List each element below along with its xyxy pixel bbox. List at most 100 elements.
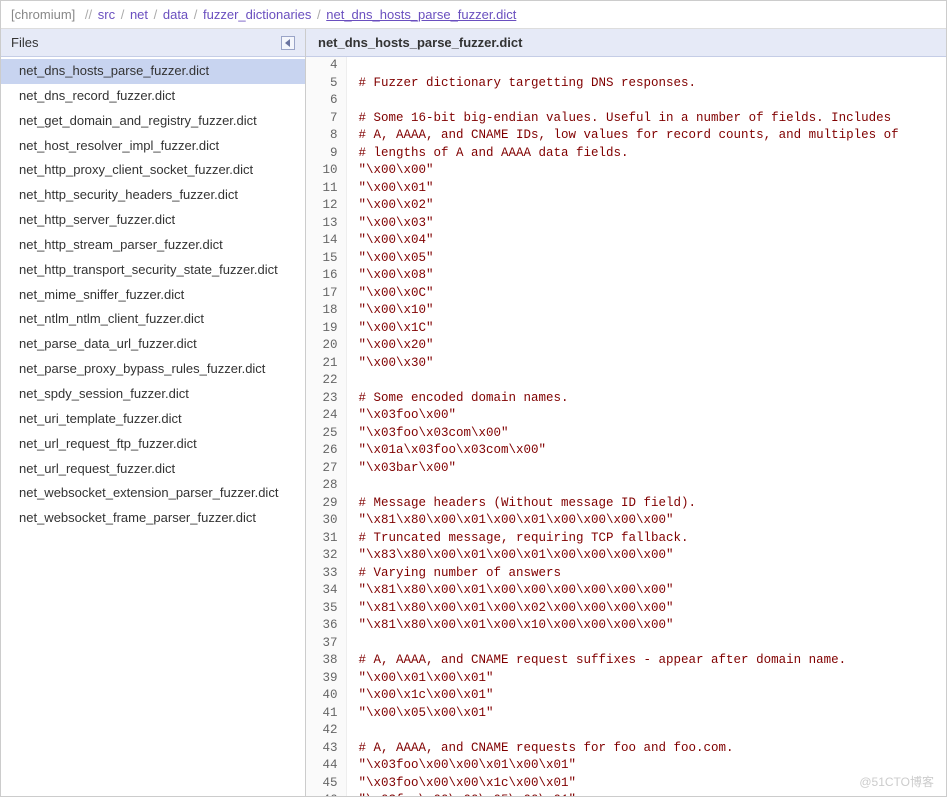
file-list-item[interactable]: net_url_request_fuzzer.dict: [1, 457, 305, 482]
line-number[interactable]: 35: [306, 600, 346, 618]
line-number[interactable]: 22: [306, 372, 346, 390]
line-number[interactable]: 16: [306, 267, 346, 285]
line-content[interactable]: # A, AAAA, and CNAME IDs, low values for…: [346, 127, 946, 145]
line-content[interactable]: "\x03foo\x00": [346, 407, 946, 425]
line-content[interactable]: "\x01a\x03foo\x03com\x00": [346, 442, 946, 460]
file-list-item[interactable]: net_get_domain_and_registry_fuzzer.dict: [1, 109, 305, 134]
line-number[interactable]: 11: [306, 180, 346, 198]
line-content[interactable]: # lengths of A and AAAA data fields.: [346, 145, 946, 163]
breadcrumb-link[interactable]: net: [130, 7, 148, 22]
file-list-item[interactable]: net_http_proxy_client_socket_fuzzer.dict: [1, 158, 305, 183]
line-content[interactable]: "\x00\x05": [346, 250, 946, 268]
line-number[interactable]: 10: [306, 162, 346, 180]
line-content[interactable]: "\x00\x08": [346, 267, 946, 285]
line-number[interactable]: 43: [306, 740, 346, 758]
file-list-item[interactable]: net_http_security_headers_fuzzer.dict: [1, 183, 305, 208]
line-content[interactable]: "\x00\x20": [346, 337, 946, 355]
file-list-item[interactable]: net_ntlm_ntlm_client_fuzzer.dict: [1, 307, 305, 332]
line-number[interactable]: 40: [306, 687, 346, 705]
line-content[interactable]: "\x00\x05\x00\x01": [346, 705, 946, 723]
line-content[interactable]: # Varying number of answers: [346, 565, 946, 583]
line-number[interactable]: 46: [306, 792, 346, 796]
line-content[interactable]: # Message headers (Without message ID fi…: [346, 495, 946, 513]
line-content[interactable]: "\x00\x1C": [346, 320, 946, 338]
file-list-item[interactable]: net_dns_hosts_parse_fuzzer.dict: [1, 59, 305, 84]
file-list-item[interactable]: net_websocket_frame_parser_fuzzer.dict: [1, 506, 305, 531]
line-content[interactable]: "\x00\x02": [346, 197, 946, 215]
line-number[interactable]: 42: [306, 722, 346, 740]
collapse-sidebar-icon[interactable]: [281, 36, 295, 50]
line-content[interactable]: [346, 722, 946, 740]
line-number[interactable]: 18: [306, 302, 346, 320]
line-number[interactable]: 33: [306, 565, 346, 583]
line-number[interactable]: 6: [306, 92, 346, 110]
line-number[interactable]: 26: [306, 442, 346, 460]
breadcrumb-link[interactable]: net_dns_hosts_parse_fuzzer.dict: [326, 7, 516, 22]
file-list-item[interactable]: net_http_transport_security_state_fuzzer…: [1, 258, 305, 283]
line-number[interactable]: 5: [306, 75, 346, 93]
line-content[interactable]: "\x00\x03": [346, 215, 946, 233]
line-number[interactable]: 41: [306, 705, 346, 723]
line-content[interactable]: "\x03foo\x03com\x00": [346, 425, 946, 443]
line-content[interactable]: "\x81\x80\x00\x01\x00\x02\x00\x00\x00\x0…: [346, 600, 946, 618]
line-number[interactable]: 30: [306, 512, 346, 530]
line-number[interactable]: 7: [306, 110, 346, 128]
line-content[interactable]: # Some 16-bit big-endian values. Useful …: [346, 110, 946, 128]
line-content[interactable]: "\x00\x1c\x00\x01": [346, 687, 946, 705]
line-content[interactable]: # A, AAAA, and CNAME requests for foo an…: [346, 740, 946, 758]
line-content[interactable]: "\x83\x80\x00\x01\x00\x01\x00\x00\x00\x0…: [346, 547, 946, 565]
file-list-item[interactable]: net_dns_record_fuzzer.dict: [1, 84, 305, 109]
line-number[interactable]: 21: [306, 355, 346, 373]
line-number[interactable]: 29: [306, 495, 346, 513]
line-number[interactable]: 8: [306, 127, 346, 145]
line-content[interactable]: "\x00\x04": [346, 232, 946, 250]
line-content[interactable]: # Truncated message, requiring TCP fallb…: [346, 530, 946, 548]
line-number[interactable]: 37: [306, 635, 346, 653]
line-content[interactable]: "\x03foo\x00\x00\x05\x00\x01": [346, 792, 946, 796]
line-number[interactable]: 20: [306, 337, 346, 355]
line-number[interactable]: 24: [306, 407, 346, 425]
file-list-item[interactable]: net_parse_data_url_fuzzer.dict: [1, 332, 305, 357]
line-number[interactable]: 38: [306, 652, 346, 670]
line-content[interactable]: "\x00\x00": [346, 162, 946, 180]
line-content[interactable]: "\x00\x01\x00\x01": [346, 670, 946, 688]
line-number[interactable]: 28: [306, 477, 346, 495]
line-content[interactable]: [346, 372, 946, 390]
line-content[interactable]: # A, AAAA, and CNAME request suffixes - …: [346, 652, 946, 670]
line-number[interactable]: 34: [306, 582, 346, 600]
line-content[interactable]: "\x81\x80\x00\x01\x00\x10\x00\x00\x00\x0…: [346, 617, 946, 635]
line-content[interactable]: "\x03foo\x00\x00\x1c\x00\x01": [346, 775, 946, 793]
line-number[interactable]: 27: [306, 460, 346, 478]
file-list-item[interactable]: net_http_server_fuzzer.dict: [1, 208, 305, 233]
line-content[interactable]: "\x81\x80\x00\x01\x00\x01\x00\x00\x00\x0…: [346, 512, 946, 530]
file-list-item[interactable]: net_host_resolver_impl_fuzzer.dict: [1, 134, 305, 159]
breadcrumb-link[interactable]: fuzzer_dictionaries: [203, 7, 311, 22]
line-number[interactable]: 36: [306, 617, 346, 635]
line-number[interactable]: 31: [306, 530, 346, 548]
file-list-item[interactable]: net_url_request_ftp_fuzzer.dict: [1, 432, 305, 457]
line-content[interactable]: "\x00\x30": [346, 355, 946, 373]
line-number[interactable]: 15: [306, 250, 346, 268]
line-number[interactable]: 9: [306, 145, 346, 163]
file-list-item[interactable]: net_mime_sniffer_fuzzer.dict: [1, 283, 305, 308]
line-content[interactable]: "\x00\x01": [346, 180, 946, 198]
code-area[interactable]: 45# Fuzzer dictionary targetting DNS res…: [306, 57, 946, 796]
line-number[interactable]: 13: [306, 215, 346, 233]
line-number[interactable]: 39: [306, 670, 346, 688]
file-list-item[interactable]: net_parse_proxy_bypass_rules_fuzzer.dict: [1, 357, 305, 382]
line-content[interactable]: "\x03bar\x00": [346, 460, 946, 478]
line-number[interactable]: 12: [306, 197, 346, 215]
line-content[interactable]: "\x03foo\x00\x00\x01\x00\x01": [346, 757, 946, 775]
line-content[interactable]: "\x00\x10": [346, 302, 946, 320]
line-content[interactable]: "\x81\x80\x00\x01\x00\x00\x00\x00\x00\x0…: [346, 582, 946, 600]
line-number[interactable]: 23: [306, 390, 346, 408]
file-list-item[interactable]: net_websocket_extension_parser_fuzzer.di…: [1, 481, 305, 506]
line-content[interactable]: # Some encoded domain names.: [346, 390, 946, 408]
line-content[interactable]: [346, 635, 946, 653]
line-content[interactable]: "\x00\x0C": [346, 285, 946, 303]
file-list-item[interactable]: net_http_stream_parser_fuzzer.dict: [1, 233, 305, 258]
line-number[interactable]: 44: [306, 757, 346, 775]
line-content[interactable]: [346, 92, 946, 110]
line-content[interactable]: [346, 57, 946, 75]
line-number[interactable]: 45: [306, 775, 346, 793]
